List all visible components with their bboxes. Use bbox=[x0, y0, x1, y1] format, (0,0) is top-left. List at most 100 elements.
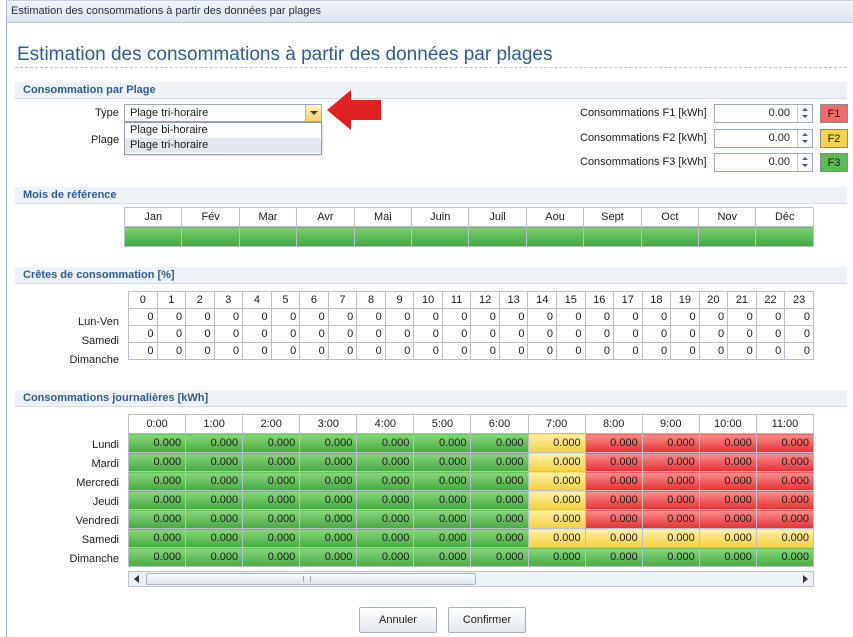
peak-cell[interactable]: 0 bbox=[185, 342, 215, 360]
peak-cell[interactable]: 0 bbox=[527, 325, 557, 343]
peak-cell[interactable]: 0 bbox=[327, 308, 358, 326]
peak-cell[interactable]: 0 bbox=[356, 342, 386, 360]
peak-cell[interactable]: 0 bbox=[356, 308, 386, 326]
month-cell[interactable] bbox=[296, 226, 355, 247]
daily-cell[interactable]: 0.000 bbox=[242, 547, 301, 567]
daily-cell[interactable]: 0.000 bbox=[413, 433, 472, 453]
month-header[interactable]: Juin bbox=[411, 207, 470, 227]
peak-cell[interactable]: 0 bbox=[299, 325, 329, 343]
daily-cell[interactable]: 0.000 bbox=[299, 471, 358, 491]
daily-cell[interactable]: 0.000 bbox=[127, 509, 187, 529]
peak-cell[interactable]: 0 bbox=[527, 342, 557, 360]
daily-cell[interactable]: 0.000 bbox=[641, 509, 700, 529]
consommation-f1-input[interactable]: 0.00 bbox=[714, 104, 813, 123]
daily-cell[interactable]: 0.000 bbox=[527, 452, 586, 472]
daily-cell[interactable]: 0.000 bbox=[584, 490, 643, 510]
scrollbar-thumb[interactable] bbox=[146, 573, 476, 585]
peak-cell[interactable]: 0 bbox=[584, 308, 615, 326]
daily-cell[interactable]: 0.000 bbox=[698, 452, 757, 472]
daily-cell[interactable]: 0.000 bbox=[527, 547, 586, 567]
peak-cell[interactable]: 0 bbox=[755, 325, 786, 343]
daily-cell[interactable]: 0.000 bbox=[299, 490, 358, 510]
month-header[interactable]: Sept bbox=[583, 207, 642, 227]
peak-cell[interactable]: 0 bbox=[128, 342, 158, 360]
daily-cell[interactable]: 0.000 bbox=[698, 509, 757, 529]
peak-cell[interactable]: 0 bbox=[128, 308, 158, 326]
peak-cell[interactable]: 0 bbox=[270, 325, 301, 343]
month-header[interactable]: Mar bbox=[238, 207, 298, 227]
peak-cell[interactable]: 0 bbox=[498, 308, 529, 326]
peak-cell[interactable]: 0 bbox=[727, 308, 757, 326]
peak-cell[interactable]: 0 bbox=[242, 342, 272, 360]
spin-arrows-icon[interactable] bbox=[797, 154, 812, 171]
month-cell[interactable] bbox=[468, 226, 527, 247]
daily-cell[interactable]: 0.000 bbox=[242, 528, 301, 548]
peak-cell[interactable]: 0 bbox=[498, 342, 529, 360]
spin-arrows-icon[interactable] bbox=[797, 130, 812, 147]
peak-cell[interactable]: 0 bbox=[498, 325, 529, 343]
daily-cell[interactable]: 0.000 bbox=[755, 452, 815, 472]
peak-cell[interactable]: 0 bbox=[156, 308, 187, 326]
daily-cell[interactable]: 0.000 bbox=[127, 490, 187, 510]
month-header[interactable]: Oct bbox=[640, 207, 700, 227]
peak-cell[interactable]: 0 bbox=[213, 325, 244, 343]
daily-cell[interactable]: 0.000 bbox=[242, 471, 301, 491]
peak-cell[interactable]: 0 bbox=[413, 342, 443, 360]
daily-cell[interactable]: 0.000 bbox=[413, 509, 472, 529]
peak-cell[interactable]: 0 bbox=[698, 308, 729, 326]
daily-cell[interactable]: 0.000 bbox=[127, 528, 187, 548]
daily-cell[interactable]: 0.000 bbox=[755, 509, 815, 529]
peak-cell[interactable]: 0 bbox=[641, 308, 672, 326]
peak-cell[interactable]: 0 bbox=[584, 325, 615, 343]
daily-cell[interactable]: 0.000 bbox=[755, 547, 815, 567]
daily-cell[interactable]: 0.000 bbox=[299, 433, 358, 453]
peak-cell[interactable]: 0 bbox=[613, 308, 643, 326]
month-cell[interactable] bbox=[525, 226, 585, 247]
daily-cell[interactable]: 0.000 bbox=[527, 471, 586, 491]
peak-cell[interactable]: 0 bbox=[555, 325, 586, 343]
month-cell[interactable] bbox=[640, 226, 700, 247]
peak-cell[interactable]: 0 bbox=[698, 342, 729, 360]
type-select[interactable]: Plage tri-horaire bbox=[124, 104, 322, 122]
daily-cell[interactable]: 0.000 bbox=[356, 433, 415, 453]
daily-cell[interactable]: 0.000 bbox=[356, 547, 415, 567]
month-header[interactable]: Déc bbox=[755, 207, 814, 227]
daily-cell[interactable]: 0.000 bbox=[527, 509, 586, 529]
daily-cell[interactable]: 0.000 bbox=[584, 471, 643, 491]
peak-cell[interactable]: 0 bbox=[698, 325, 729, 343]
daily-cell[interactable]: 0.000 bbox=[641, 433, 700, 453]
daily-cell[interactable]: 0.000 bbox=[127, 471, 187, 491]
daily-cell[interactable]: 0.000 bbox=[299, 528, 358, 548]
peak-cell[interactable]: 0 bbox=[755, 308, 786, 326]
peak-cell[interactable]: 0 bbox=[670, 342, 700, 360]
peak-cell[interactable]: 0 bbox=[527, 308, 557, 326]
month-cell[interactable] bbox=[181, 226, 240, 247]
peak-cell[interactable]: 0 bbox=[613, 325, 643, 343]
daily-cell[interactable]: 0.000 bbox=[185, 528, 244, 548]
peak-cell[interactable]: 0 bbox=[384, 342, 415, 360]
peak-cell[interactable]: 0 bbox=[270, 342, 301, 360]
peak-cell[interactable]: 0 bbox=[128, 325, 158, 343]
month-header[interactable]: Juil bbox=[468, 207, 527, 227]
cancel-button[interactable]: Annuler bbox=[359, 607, 437, 633]
daily-cell[interactable]: 0.000 bbox=[641, 452, 700, 472]
daily-cell[interactable]: 0.000 bbox=[413, 528, 472, 548]
peak-cell[interactable]: 0 bbox=[784, 325, 814, 343]
daily-cell[interactable]: 0.000 bbox=[470, 452, 529, 472]
daily-cell[interactable]: 0.000 bbox=[584, 452, 643, 472]
peak-cell[interactable]: 0 bbox=[299, 308, 329, 326]
peak-cell[interactable]: 0 bbox=[299, 342, 329, 360]
daily-cell[interactable]: 0.000 bbox=[356, 471, 415, 491]
daily-cell[interactable]: 0.000 bbox=[413, 452, 472, 472]
daily-cell[interactable]: 0.000 bbox=[356, 509, 415, 529]
peak-cell[interactable]: 0 bbox=[242, 325, 272, 343]
peak-cell[interactable]: 0 bbox=[670, 308, 700, 326]
daily-cell[interactable]: 0.000 bbox=[185, 509, 244, 529]
peak-cell[interactable]: 0 bbox=[413, 308, 443, 326]
daily-cell[interactable]: 0.000 bbox=[641, 471, 700, 491]
month-cell[interactable] bbox=[123, 226, 183, 247]
peak-cell[interactable]: 0 bbox=[270, 308, 301, 326]
daily-cell[interactable]: 0.000 bbox=[299, 452, 358, 472]
daily-cell[interactable]: 0.000 bbox=[641, 528, 700, 548]
daily-cell[interactable]: 0.000 bbox=[470, 433, 529, 453]
